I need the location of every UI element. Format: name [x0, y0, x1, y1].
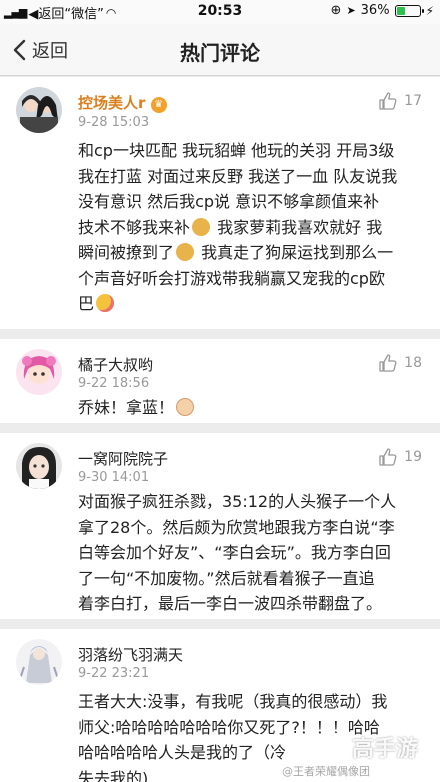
like-button[interactable]: 19 [378, 447, 422, 467]
avatar[interactable] [16, 443, 62, 489]
nav-bar: 返回 热门评论 [0, 24, 440, 76]
avatar[interactable] [16, 87, 62, 133]
thumbs-up-icon [379, 448, 397, 466]
blushing-emoji-icon [96, 294, 115, 312]
charging-icon: ⚡ [425, 3, 434, 18]
avatar[interactable] [16, 639, 62, 685]
like-count: 18 [404, 355, 422, 371]
like-button[interactable]: 18 [378, 353, 422, 373]
comment-time: 9-22 18:56 [78, 376, 150, 391]
comment-text: 对面猴子疯狂杀戮，35:12的人头猴子一个人 拿了28个。然后颇为欣赏地跟我方李… [78, 492, 397, 613]
status-bar: ▂▄▆ ◀返回“微信” ◠ 20:53 ⊕ ➤ 36% ⚡ [0, 0, 440, 24]
battery-icon [394, 4, 424, 17]
watermark-handle: @王者荣耀偶像团 [282, 765, 370, 778]
like-count: 19 [404, 449, 422, 465]
comment-author[interactable]: 一窝阿院院子 [78, 448, 168, 469]
watermark-site: GAOSHOUYOU.COM [364, 757, 434, 765]
vip-crown-icon: ♛ [150, 97, 167, 113]
comment-list: 控场美人r ♛ 9-28 15:03 17 和cp一块匹配 我玩貂蝉 他玩的关羽… [0, 77, 440, 782]
like-count: 17 [404, 93, 422, 109]
doge-emoji-icon [192, 217, 211, 236]
comment-item: 橘子大叔哟 9-22 18:56 18 乔妹！拿蓝！ [0, 339, 440, 423]
comment-author[interactable]: 羽落纷飞羽满天 [78, 644, 183, 665]
doge-emoji-icon [176, 243, 195, 261]
comment-author[interactable]: 控场美人r ♛ [78, 92, 167, 113]
battery-percent: 36% [360, 3, 390, 18]
comment-item: 一窝阿院院子 9-30 14:01 19 对面猴子疯狂杀戮，35:12的人头猴子… [0, 433, 440, 619]
comment-text: 乔妹！拿蓝！ [78, 395, 422, 421]
comment-text: 和cp一块匹配 我玩貂蝉 他玩的关羽 开局3级 我在打蓝 对面过来反野 我送了一… [78, 141, 398, 313]
comment-time: 9-30 14:01 [78, 470, 150, 485]
avatar[interactable] [16, 349, 62, 395]
comment-item: 控场美人r ♛ 9-28 15:03 17 和cp一块匹配 我玩貂蝉 他玩的关羽… [0, 77, 440, 329]
like-button[interactable]: 17 [378, 91, 422, 111]
orientation-lock-icon: ⊕ [330, 3, 342, 18]
comment-time: 9-22 23:21 [78, 666, 150, 681]
page-title: 热门评论 [180, 41, 260, 65]
cute-face-emoji-icon [176, 398, 195, 416]
thumbs-up-icon [379, 354, 397, 372]
status-indicators: ⊕ ➤ 36% ⚡ [331, 3, 434, 18]
comment-time: 9-28 15:03 [78, 115, 150, 130]
thumbs-up-icon [379, 92, 397, 110]
location-icon: ➤ [346, 4, 356, 17]
gamepad-logo-icon [318, 732, 348, 762]
comment-author[interactable]: 橘子大叔哟 [78, 354, 153, 375]
